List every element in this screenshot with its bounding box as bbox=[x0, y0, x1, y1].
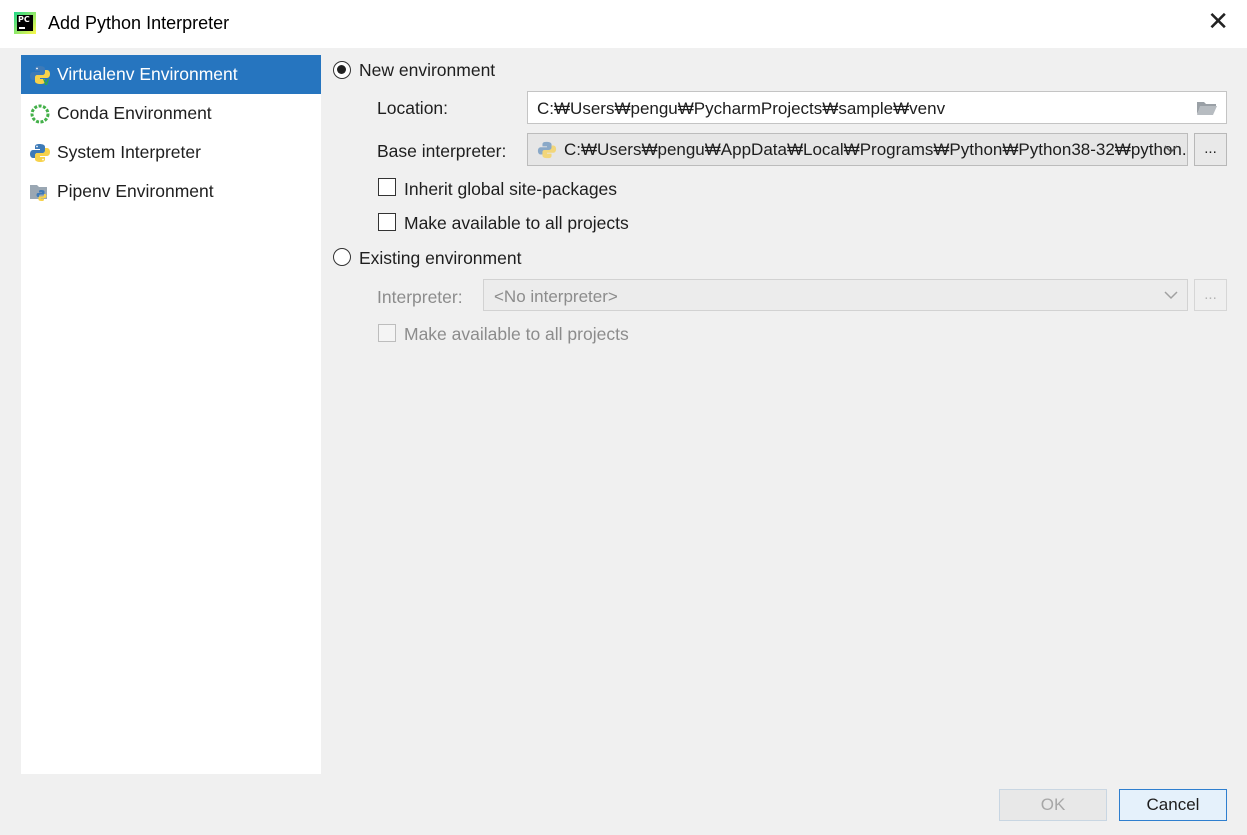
virtualenv-icon: V bbox=[30, 65, 50, 86]
sidebar-item-conda[interactable]: Conda Environment bbox=[21, 94, 321, 133]
interpreter-browse-button[interactable]: ... bbox=[1194, 279, 1227, 311]
new-environment-radio[interactable] bbox=[333, 61, 351, 79]
title-bar: PC Add Python Interpreter ✕ bbox=[0, 0, 1247, 48]
folder-icon[interactable] bbox=[1196, 100, 1218, 116]
existing-environment-radio[interactable] bbox=[333, 248, 351, 266]
base-interpreter-label: Base interpreter: bbox=[377, 141, 507, 161]
sidebar-item-system[interactable]: System Interpreter bbox=[21, 133, 321, 172]
environment-type-list: V Virtualenv Environment Conda Environme… bbox=[21, 55, 321, 774]
sidebar-item-pipenv[interactable]: Pipenv Environment bbox=[21, 172, 321, 211]
pipenv-icon bbox=[30, 184, 47, 201]
svg-text:V: V bbox=[43, 78, 50, 86]
chevron-down-icon bbox=[1164, 145, 1178, 154]
location-field[interactable]: C:₩Users₩pengu₩PycharmProjects₩sample₩ve… bbox=[527, 91, 1227, 124]
location-value: C:₩Users₩pengu₩PycharmProjects₩sample₩ve… bbox=[537, 99, 946, 118]
existing-environment-label: Existing environment bbox=[359, 248, 522, 268]
inherit-site-packages-label: Inherit global site-packages bbox=[404, 179, 618, 199]
sidebar-item-label: Pipenv Environment bbox=[57, 181, 214, 201]
window-title: Add Python Interpreter bbox=[48, 13, 230, 33]
make-available-existing-checkbox[interactable] bbox=[378, 324, 396, 342]
make-available-new-label: Make available to all projects bbox=[404, 213, 629, 233]
python-icon bbox=[537, 141, 557, 159]
inherit-site-packages-checkbox[interactable] bbox=[378, 178, 396, 196]
python-icon bbox=[30, 143, 50, 162]
sidebar-item-label: Conda Environment bbox=[57, 103, 212, 123]
make-available-new-checkbox[interactable] bbox=[378, 213, 396, 231]
new-environment-label: New environment bbox=[359, 60, 496, 80]
base-interpreter-browse-button[interactable]: ... bbox=[1194, 133, 1227, 166]
ok-button[interactable]: OK bbox=[999, 789, 1107, 821]
conda-icon bbox=[30, 104, 50, 123]
make-available-existing-label: Make available to all projects bbox=[404, 324, 629, 344]
sidebar-item-label: Virtualenv Environment bbox=[57, 64, 238, 84]
pycharm-logo-icon: PC bbox=[14, 12, 36, 34]
interpreter-label: Interpreter: bbox=[377, 287, 463, 307]
interpreter-value: <No interpreter> bbox=[494, 287, 618, 306]
sidebar-item-virtualenv[interactable]: V Virtualenv Environment bbox=[21, 55, 321, 94]
chevron-down-icon bbox=[1164, 291, 1178, 300]
base-interpreter-value: C:₩Users₩pengu₩AppData₩Local₩Programs₩Py… bbox=[564, 140, 1188, 159]
cancel-button[interactable]: Cancel bbox=[1119, 789, 1227, 821]
interpreter-select[interactable]: <No interpreter> bbox=[483, 279, 1188, 311]
sidebar-item-label: System Interpreter bbox=[57, 142, 201, 162]
base-interpreter-select[interactable]: C:₩Users₩pengu₩AppData₩Local₩Programs₩Py… bbox=[527, 133, 1188, 166]
location-label: Location: bbox=[377, 98, 449, 118]
close-icon[interactable]: ✕ bbox=[1207, 8, 1229, 36]
